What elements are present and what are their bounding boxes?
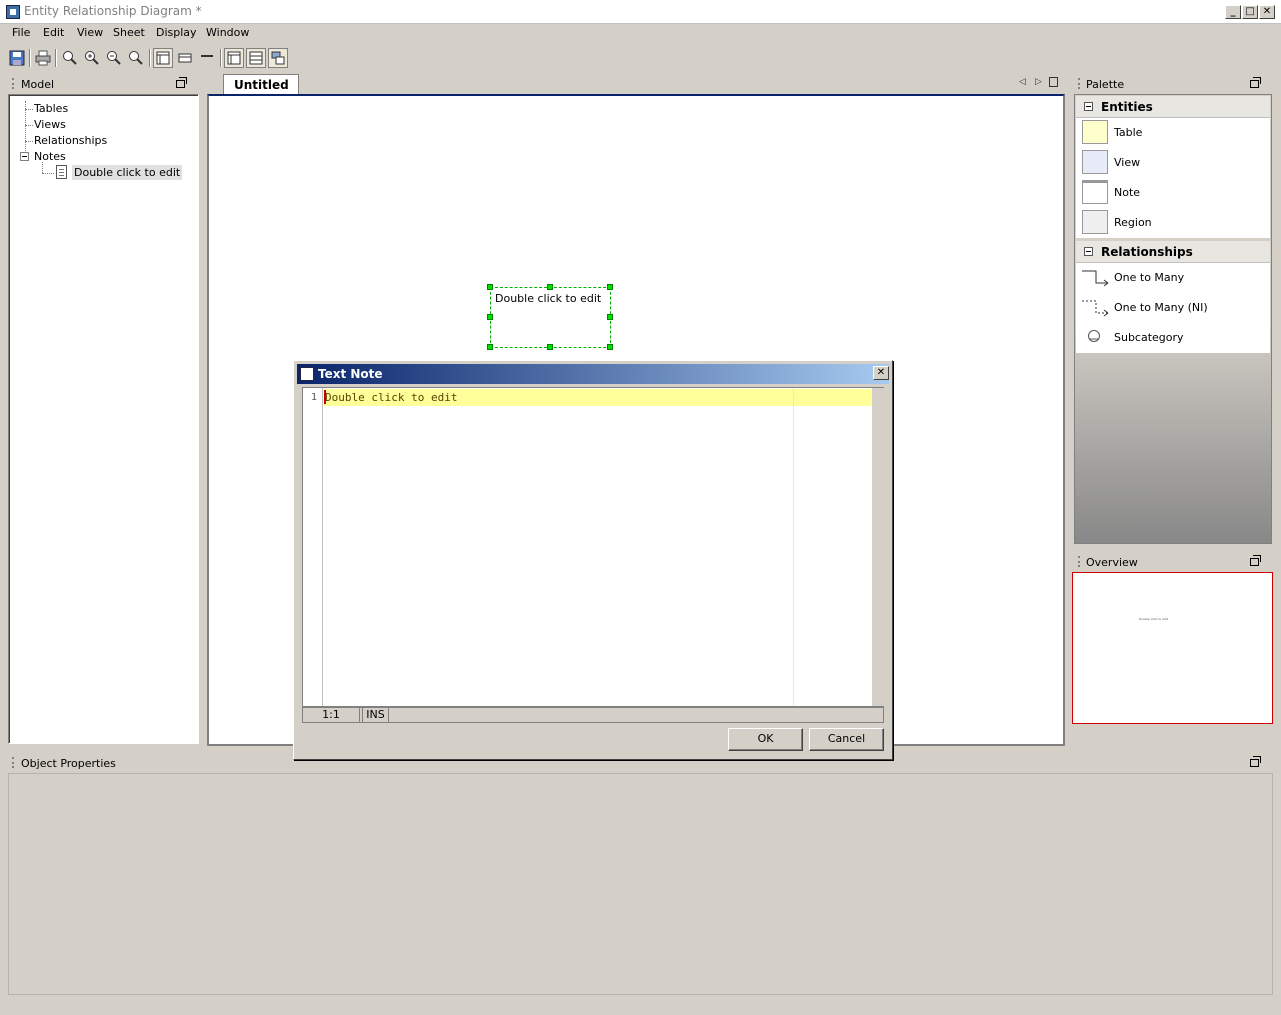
table-view-icon[interactable] xyxy=(153,48,173,68)
zoom-fit-icon[interactable] xyxy=(60,48,80,68)
palette-header: Palette xyxy=(1074,74,1272,94)
editor-tabbar: Untitled 1 ◁ ▷ xyxy=(207,72,1065,106)
toolbar xyxy=(0,45,1281,71)
model-panel-header: Model xyxy=(8,74,198,94)
tab-list-icon[interactable] xyxy=(1049,77,1058,87)
title-bar: Entity Relationship Diagram * _ □ ✕ xyxy=(0,0,1281,24)
palette-section-entities[interactable]: Entities xyxy=(1076,96,1270,118)
column-view-icon[interactable] xyxy=(175,48,195,68)
one-to-many-ni-icon xyxy=(1082,300,1109,317)
palette-item-one-to-many-ni[interactable]: One to Many (NI) xyxy=(1076,293,1270,323)
palette-title: Palette xyxy=(1086,78,1125,91)
one-to-many-icon xyxy=(1082,270,1109,287)
resize-handle[interactable] xyxy=(547,284,553,290)
status-bar: 1:1 INS xyxy=(302,707,884,723)
resize-handle[interactable] xyxy=(487,284,493,290)
tab-prev-icon[interactable]: ◁ xyxy=(1019,77,1026,87)
ok-button[interactable]: OK xyxy=(728,728,803,751)
note-icon xyxy=(1082,180,1108,204)
text-editor[interactable]: 1 Double click to edit xyxy=(302,387,884,707)
note-shape-text: Double click to edit xyxy=(495,292,602,305)
close-button[interactable]: ✕ xyxy=(1259,5,1275,19)
restore-icon[interactable] xyxy=(176,77,187,88)
palette-item-subcategory[interactable]: Subcategory xyxy=(1076,323,1270,353)
collapse-icon[interactable] xyxy=(20,152,29,161)
menu-view[interactable]: View xyxy=(77,26,103,39)
overview-header: Overview xyxy=(1074,552,1272,572)
model-panel-title: Model xyxy=(21,78,55,91)
header-view-icon[interactable] xyxy=(197,48,217,68)
menu-edit[interactable]: Edit xyxy=(43,26,64,39)
resize-handle[interactable] xyxy=(607,314,613,320)
dialog-close-button[interactable]: ✕ xyxy=(873,366,889,380)
vertical-scrollbar[interactable] xyxy=(872,388,884,706)
insert-mode: INS xyxy=(362,708,389,722)
palette-item-view[interactable]: View xyxy=(1076,148,1270,178)
print-icon[interactable] xyxy=(33,48,53,68)
resize-handle[interactable] xyxy=(487,314,493,320)
tree-item-views[interactable]: Views xyxy=(34,118,66,131)
palette-section-relationships[interactable]: Relationships xyxy=(1076,241,1270,263)
overview-title: Overview xyxy=(1086,556,1138,569)
view-icon xyxy=(1082,150,1108,174)
save-icon[interactable] xyxy=(7,48,27,68)
dialog-title-bar: Text Note ✕ xyxy=(297,364,889,384)
zoom-out-icon[interactable] xyxy=(104,48,124,68)
line-gutter xyxy=(303,388,323,706)
line-number: 1 xyxy=(311,392,318,403)
window-title: Entity Relationship Diagram * xyxy=(24,4,202,18)
resize-handle[interactable] xyxy=(547,344,553,350)
table-icon xyxy=(1082,120,1108,144)
menu-bar: File Edit View Sheet Display Window xyxy=(0,24,1281,44)
tab-untitled-1[interactable]: Untitled 1 xyxy=(223,74,299,106)
editor-text[interactable]: Double click to edit xyxy=(325,391,457,404)
note-shape[interactable]: Double click to edit xyxy=(490,287,611,348)
dialog-title: Text Note xyxy=(318,367,383,381)
menu-display[interactable]: Display xyxy=(156,26,197,39)
restore-icon[interactable] xyxy=(1250,77,1261,88)
palette-item-one-to-many[interactable]: One to Many xyxy=(1076,263,1270,293)
model-panel-icon[interactable] xyxy=(224,48,244,68)
maximize-button[interactable]: □ xyxy=(1242,5,1258,19)
menu-file[interactable]: File xyxy=(12,26,30,39)
zoom-actual-icon[interactable] xyxy=(126,48,146,68)
tree-item-notes[interactable]: Notes xyxy=(34,150,66,163)
overview-panel-icon[interactable] xyxy=(268,48,288,68)
palette-item-note[interactable]: Note xyxy=(1076,178,1270,208)
restore-icon[interactable] xyxy=(1250,555,1261,566)
relationships-header: Relationships xyxy=(1101,245,1193,259)
resize-handle[interactable] xyxy=(607,284,613,290)
zoom-in-icon[interactable] xyxy=(82,48,102,68)
minimize-button[interactable]: _ xyxy=(1225,5,1241,19)
tab-next-icon[interactable]: ▷ xyxy=(1035,77,1042,87)
region-icon xyxy=(1082,210,1108,234)
model-tree: Tables Views Relationships Notes Double … xyxy=(8,94,199,744)
overview-note: Double click to edit xyxy=(1139,617,1168,621)
dialog-app-icon xyxy=(300,367,314,381)
cursor-position: 1:1 xyxy=(303,708,360,722)
margin-line xyxy=(793,388,794,706)
resize-handle[interactable] xyxy=(487,344,493,350)
properties-panel-icon[interactable] xyxy=(246,48,266,68)
cancel-button[interactable]: Cancel xyxy=(809,728,884,751)
collapse-icon[interactable] xyxy=(1084,247,1093,256)
menu-sheet[interactable]: Sheet xyxy=(113,26,145,39)
palette-item-table[interactable]: Table xyxy=(1076,118,1270,148)
collapse-icon[interactable] xyxy=(1084,102,1093,111)
resize-handle[interactable] xyxy=(607,344,613,350)
tree-item-note[interactable]: Double click to edit xyxy=(72,165,183,180)
menu-window[interactable]: Window xyxy=(206,26,249,39)
text-note-dialog: Text Note ✕ 1 Double click to edit 1:1 I… xyxy=(293,360,893,760)
restore-icon[interactable] xyxy=(1250,756,1261,767)
app-icon xyxy=(6,5,20,19)
subcategory-icon xyxy=(1088,330,1100,342)
entities-header: Entities xyxy=(1101,100,1153,114)
properties-title: Object Properties xyxy=(21,757,116,770)
note-icon xyxy=(56,165,67,179)
properties-body xyxy=(8,773,1273,995)
tree-item-tables[interactable]: Tables xyxy=(34,102,68,115)
palette-item-region[interactable]: Region xyxy=(1076,208,1270,238)
overview-canvas[interactable]: Double click to edit xyxy=(1072,572,1273,724)
tree-item-relationships[interactable]: Relationships xyxy=(34,134,107,147)
